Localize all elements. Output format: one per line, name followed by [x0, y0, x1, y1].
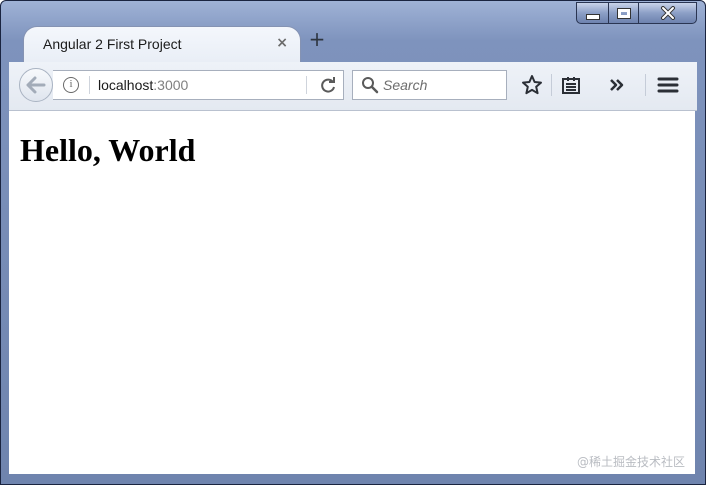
- page-heading: Hello, World: [20, 132, 196, 168]
- tab-angular-project[interactable]: Angular 2 First Project ×: [23, 26, 301, 62]
- url-port: :3000: [153, 77, 189, 93]
- close-icon: [660, 6, 675, 20]
- back-arrow-icon: [26, 76, 46, 94]
- new-tab-button[interactable]: +: [307, 29, 327, 49]
- search-input[interactable]: [383, 75, 501, 95]
- overflow-chevron-icon[interactable]: [606, 74, 628, 96]
- minimize-icon: [585, 13, 600, 20]
- browser-window: Angular 2 First Project × + i localhost:…: [0, 0, 706, 485]
- tab-strip: Angular 2 First Project × +: [9, 21, 697, 62]
- tab-title: Angular 2 First Project: [43, 36, 182, 52]
- info-icon[interactable]: i: [63, 77, 79, 93]
- url-text[interactable]: localhost:3000: [98, 77, 188, 93]
- page-content: Hello, World @稀土掘金技术社区: [9, 111, 695, 474]
- library-icon[interactable]: [560, 74, 582, 96]
- search-bar[interactable]: [352, 70, 507, 100]
- hamburger-menu-icon[interactable]: [657, 74, 679, 96]
- maximize-icon: [616, 7, 631, 19]
- url-divider: [89, 76, 90, 94]
- back-button[interactable]: [19, 68, 53, 102]
- url-divider-right: [306, 76, 307, 94]
- star-icon[interactable]: [521, 74, 543, 96]
- toolbar-divider: [551, 74, 552, 96]
- toolbar-divider: [645, 74, 646, 96]
- tab-close-icon[interactable]: ×: [276, 35, 288, 51]
- url-bar[interactable]: i localhost:3000: [53, 70, 344, 100]
- url-host: localhost: [98, 77, 154, 93]
- reload-icon[interactable]: [319, 77, 337, 95]
- search-icon: [362, 77, 379, 94]
- navigation-toolbar: i localhost:3000: [9, 62, 697, 111]
- watermark: @稀土掘金技术社区: [576, 455, 685, 469]
